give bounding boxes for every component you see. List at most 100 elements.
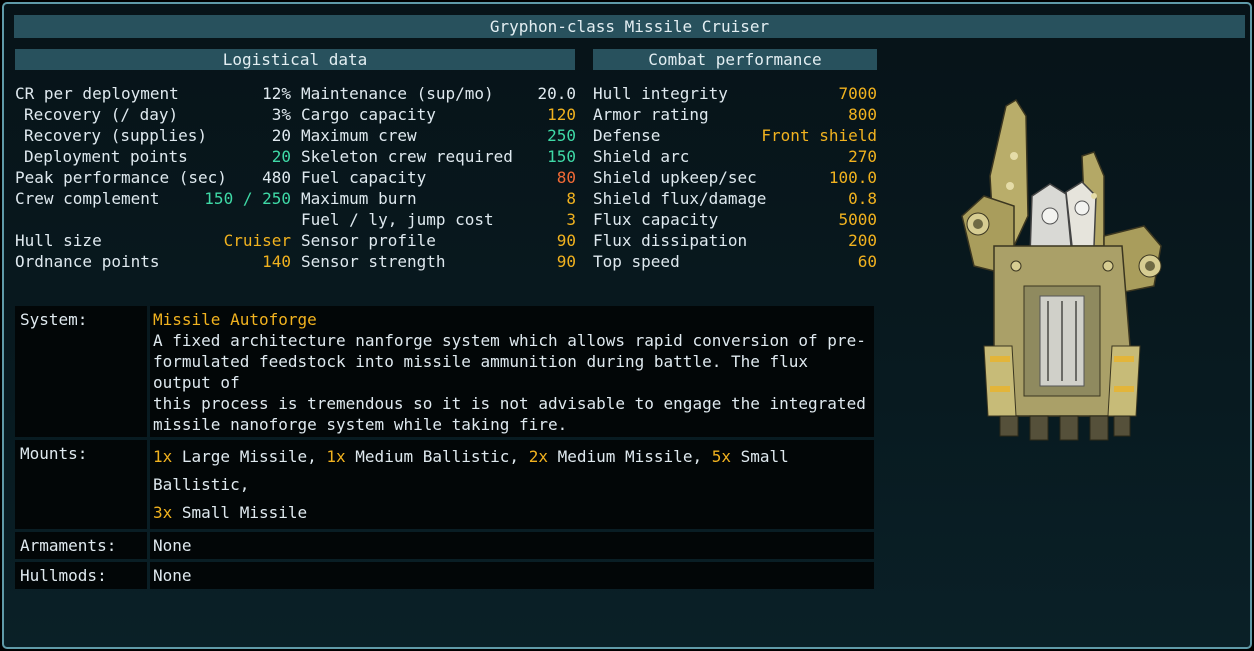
- hullmods-value: None: [150, 562, 874, 589]
- stat-label: Defense: [593, 126, 661, 145]
- stat-value: Front shield: [761, 126, 877, 145]
- logistical-stats-column-1: CR per deployment 12% Recovery (/ day) 3% Re…: [15, 83, 291, 272]
- mounts-line: 3x Small Missile: [153, 499, 869, 527]
- stat-row: Hull size Cruiser: [15, 230, 291, 251]
- stat-row: Shield arc 270: [593, 146, 877, 167]
- stat-row: Hull integrity 7000: [593, 83, 877, 104]
- mount-name: Medium Ballistic: [345, 447, 510, 466]
- stat-row: Shield flux/damage 0.8: [593, 188, 877, 209]
- stat-value: 60: [857, 252, 877, 271]
- system-value: Missile Autoforge A fixed architecture n…: [150, 306, 874, 437]
- mount-name: Small Missile: [172, 503, 308, 522]
- stat-value: 100.0: [828, 168, 877, 187]
- stat-row: Sensor strength 90: [301, 251, 576, 272]
- logistical-stats-column-2: Maintenance (sup/mo) 20.0 Cargo capacity 12…: [301, 83, 576, 272]
- stat-value: 12%: [262, 84, 291, 103]
- stat-label: Top speed: [593, 252, 680, 271]
- system-name: Missile Autoforge: [153, 310, 317, 329]
- ship-details: System: Missile Autoforge A fixed archit…: [15, 306, 874, 592]
- stat-label: Hull size: [15, 231, 102, 250]
- system-description-line: this process is tremendous so it is not …: [153, 394, 866, 413]
- stat-row: Armor rating 800: [593, 104, 877, 125]
- mounts-line: 1x Large Missile, 1x Medium Ballistic, 2…: [153, 443, 869, 499]
- mount-separator: ,: [692, 447, 712, 466]
- stat-row: Recovery (supplies) 20: [15, 125, 291, 146]
- stat-value: 200: [848, 231, 877, 250]
- stat-row: CR per deployment 12%: [15, 83, 291, 104]
- stat-row: Flux dissipation 200: [593, 230, 877, 251]
- stat-label: Shield upkeep/sec: [593, 168, 757, 187]
- stat-label: Maintenance (sup/mo): [301, 84, 494, 103]
- stat-label: Shield arc: [593, 147, 690, 166]
- stat-label: Skeleton crew required: [301, 147, 513, 166]
- stat-label: Maximum crew: [301, 126, 417, 145]
- stat-label: Cargo capacity: [301, 105, 436, 124]
- ship-hull: [961, 98, 1162, 441]
- logistical-data-header: Logistical data: [15, 49, 575, 70]
- stat-value: 20: [271, 126, 291, 145]
- system-description-line: formulated feedstock into missile ammuni…: [153, 352, 809, 392]
- mount-count: 5x: [711, 447, 731, 466]
- stat-label: CR per deployment: [15, 84, 179, 103]
- stat-label: Flux capacity: [593, 210, 719, 229]
- stat-row: [15, 209, 291, 230]
- stat-row: Defense Front shield: [593, 125, 877, 146]
- stat-value: 140: [262, 252, 291, 271]
- mount-name: Large Missile: [172, 447, 308, 466]
- stat-label: Fuel / ly, jump cost: [301, 210, 494, 229]
- stat-value: 5000: [838, 210, 877, 229]
- stat-value: 150 / 250: [204, 189, 291, 208]
- stat-row: Skeleton crew required 150: [301, 146, 576, 167]
- stat-row: Sensor profile 90: [301, 230, 576, 251]
- stat-row: Shield upkeep/sec 100.0: [593, 167, 877, 188]
- combat-performance-header: Combat performance: [593, 49, 877, 70]
- combat-stats-column: Hull integrity 7000 Armor rating 800 Defense…: [593, 83, 877, 272]
- stat-label: Sensor strength: [301, 252, 446, 271]
- stat-label: Sensor profile: [301, 231, 436, 250]
- stat-row: Flux capacity 5000: [593, 209, 877, 230]
- stat-value: 3: [566, 210, 576, 229]
- stat-row: Deployment points 20: [15, 146, 291, 167]
- stat-label: Maximum burn: [301, 189, 417, 208]
- stat-value: 80: [556, 168, 576, 187]
- mount-count: 1x: [326, 447, 346, 466]
- stat-row: Fuel / ly, jump cost 3: [301, 209, 576, 230]
- stat-value: 800: [848, 105, 877, 124]
- stat-value: Cruiser: [223, 231, 291, 250]
- ship-info-panel: Gryphon-class Missile Cruiser Logistical…: [2, 2, 1252, 649]
- hullmods-row: Hullmods: None: [15, 562, 874, 589]
- system-description-line: A fixed architecture nanforge system whi…: [153, 331, 866, 350]
- stat-value: 20: [271, 147, 291, 166]
- mount-separator: ,: [509, 447, 529, 466]
- stat-value: 0.8: [848, 189, 877, 208]
- system-row: System: Missile Autoforge A fixed archit…: [15, 306, 874, 437]
- mount-separator: ,: [239, 475, 250, 494]
- stat-value: 270: [848, 147, 877, 166]
- armaments-row: Armaments: None: [15, 532, 874, 559]
- stat-label: Armor rating: [593, 105, 709, 124]
- mount-count: 2x: [528, 447, 548, 466]
- ship-sprite-icon: [961, 98, 1162, 441]
- stat-label: Crew complement: [15, 189, 160, 208]
- stat-value: 7000: [838, 84, 877, 103]
- stat-value: 120: [547, 105, 576, 124]
- stat-label: Recovery (/ day): [24, 105, 179, 124]
- stat-label: Ordnance points: [15, 252, 160, 271]
- system-description: A fixed architecture nanforge system whi…: [153, 330, 869, 435]
- stat-label: Hull integrity: [593, 84, 728, 103]
- stat-value: 20.0: [537, 84, 576, 103]
- ship-title: Gryphon-class Missile Cruiser: [14, 15, 1245, 38]
- mounts-value: 1x Large Missile, 1x Medium Ballistic, 2…: [150, 440, 874, 529]
- system-label: System:: [15, 306, 147, 437]
- stat-value: 3%: [271, 105, 291, 124]
- stat-label: Deployment points: [24, 147, 188, 166]
- system-description-line: missile nanoforge system while taking fi…: [153, 415, 568, 434]
- stat-value: 8: [566, 189, 576, 208]
- stat-value: 90: [556, 231, 576, 250]
- mount-count: 3x: [153, 503, 173, 522]
- stat-row: Crew complement 150 / 250: [15, 188, 291, 209]
- stat-value: 250: [547, 126, 576, 145]
- stat-row: Ordnance points 140: [15, 251, 291, 272]
- stat-label: Shield flux/damage: [593, 189, 767, 208]
- stat-value: 480: [262, 168, 291, 187]
